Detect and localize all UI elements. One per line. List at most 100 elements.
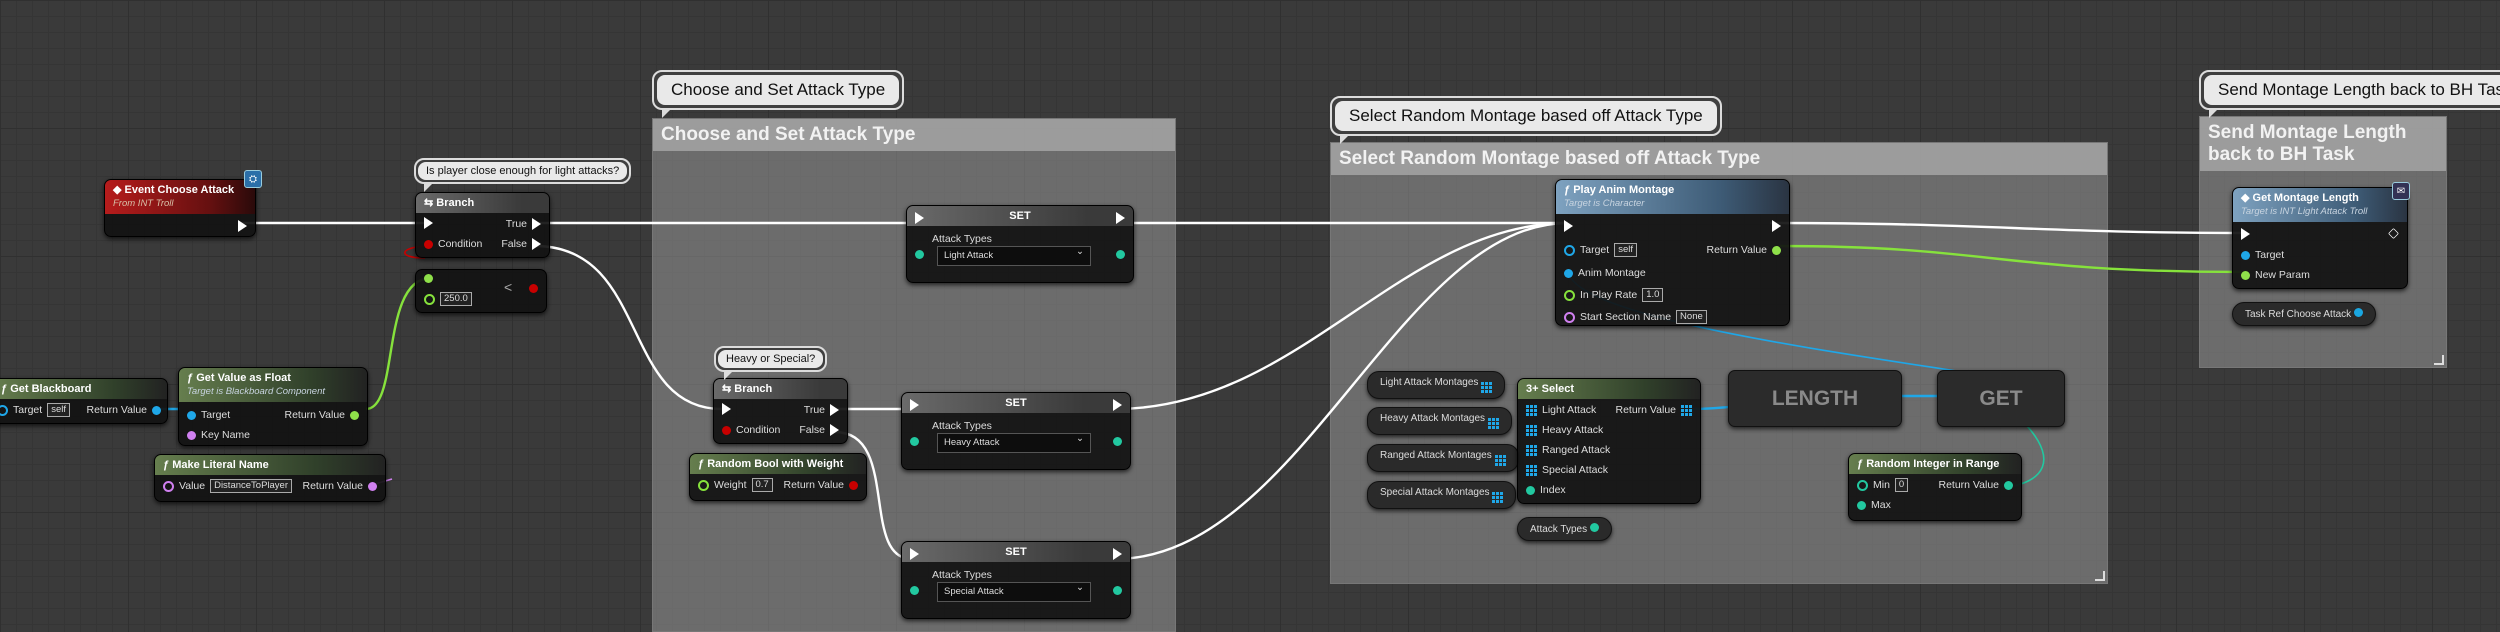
- return-value-pin[interactable]: Return Value: [1615, 403, 1692, 417]
- exec-in-pin[interactable]: [722, 403, 731, 415]
- play-anim-montage-node[interactable]: ƒ Play Anim Montage Target is Character T…: [1555, 179, 1790, 326]
- branch-heavy-or-special-node[interactable]: ⇆ Branch True Condition False: [713, 378, 848, 444]
- light-attack-pin[interactable]: Light Attack: [1526, 403, 1596, 417]
- target-pin[interactable]: Target: [187, 408, 230, 422]
- ranged-attack-montages-variable[interactable]: Ranged Attack Montages: [1367, 444, 1519, 472]
- exec-in-pin[interactable]: [915, 212, 924, 224]
- return-value-pin[interactable]: Return Value: [302, 479, 377, 493]
- set-header[interactable]: SET: [902, 542, 1130, 562]
- exec-in-pin[interactable]: [910, 548, 919, 560]
- target-value-field[interactable]: self: [47, 403, 70, 417]
- set-header[interactable]: SET: [902, 393, 1130, 413]
- attack-types-out-pin[interactable]: [1116, 250, 1125, 259]
- get-blackboard-node[interactable]: ƒ Get Blackboard Target self Return Value: [0, 378, 168, 424]
- random-integer-header[interactable]: ƒ Random Integer in Range: [1849, 454, 2021, 474]
- attack-types-pin[interactable]: [910, 437, 919, 446]
- get-montage-length-header[interactable]: ◆ Get Montage Length Target is INT Light …: [2233, 188, 2407, 222]
- exec-out-pin[interactable]: [1116, 212, 1125, 224]
- resize-handle[interactable]: [2434, 355, 2444, 365]
- float-in-pin-b[interactable]: 250.0: [424, 292, 472, 306]
- set-header[interactable]: SET: [907, 206, 1133, 226]
- make-literal-name-node[interactable]: ƒ Make Literal Name Value DistanceToPlaye…: [154, 454, 386, 502]
- true-pin[interactable]: True: [804, 403, 839, 417]
- attack-type-dropdown[interactable]: Heavy Attack: [937, 432, 1091, 453]
- start-section-pin[interactable]: Start Section Name None: [1564, 310, 1707, 324]
- new-param-pin[interactable]: New Param: [2241, 268, 2310, 282]
- random-integer-in-range-node[interactable]: ƒ Random Integer in Range Min 0 Return Va…: [1848, 453, 2022, 521]
- return-value-pin[interactable]: Return Value: [86, 403, 161, 417]
- exec-in-pin[interactable]: [424, 217, 433, 229]
- attack-type-dropdown[interactable]: Light Attack: [937, 245, 1091, 266]
- in-play-rate-field[interactable]: 1.0: [1642, 288, 1664, 302]
- set-attack-type-light-node[interactable]: SET Attack Types Light Attack: [906, 205, 1134, 283]
- compare-value-field[interactable]: 250.0: [440, 292, 472, 306]
- return-value-pin[interactable]: Return Value: [783, 478, 858, 492]
- attack-types-pin[interactable]: [915, 250, 924, 259]
- event-choose-attack-node[interactable]: ◆ Event Choose Attack From INT Troll: [104, 179, 256, 237]
- play-anim-montage-header[interactable]: ƒ Play Anim Montage Target is Character: [1556, 180, 1789, 214]
- branch-header[interactable]: ⇆ Branch: [416, 193, 549, 213]
- array-length-node[interactable]: LENGTH: [1728, 370, 1902, 427]
- get-value-as-float-node[interactable]: ƒ Get Value as Float Target is Blackboard…: [178, 367, 368, 446]
- light-attack-montages-variable[interactable]: Light Attack Montages: [1367, 371, 1506, 399]
- set-attack-type-heavy-node[interactable]: SET Attack Types Heavy Attack: [901, 392, 1131, 470]
- weight-field[interactable]: 0.7: [751, 478, 773, 492]
- event-node-header[interactable]: ◆ Event Choose Attack From INT Troll: [105, 180, 255, 214]
- compare-float-node[interactable]: 250.0 <: [415, 269, 547, 313]
- resize-handle[interactable]: [2095, 571, 2105, 581]
- exec-out-pin[interactable]: [1772, 220, 1781, 232]
- heavy-attack-montages-variable[interactable]: Heavy Attack Montages: [1367, 407, 1512, 435]
- exec-in-pin[interactable]: [1564, 220, 1573, 232]
- heavy-attack-pin[interactable]: Heavy Attack: [1526, 423, 1603, 437]
- array-get-node[interactable]: GET: [1937, 370, 2065, 427]
- select-node[interactable]: 3+ Select Light Attack Return Value Heav…: [1517, 378, 1701, 504]
- branch-node[interactable]: ⇆ Branch True Condition False: [415, 192, 550, 258]
- true-pin[interactable]: True: [506, 217, 541, 231]
- return-value-pin[interactable]: Return Value: [1938, 478, 2013, 492]
- target-value-field[interactable]: self: [1614, 243, 1637, 257]
- target-pin[interactable]: Target self: [0, 403, 70, 417]
- bool-out-pin[interactable]: [529, 284, 538, 293]
- random-bool-with-weight-node[interactable]: ƒ Random Bool with Weight Weight 0.7 Retu…: [689, 453, 867, 501]
- comment-bubble-choose-set[interactable]: Choose and Set Attack Type: [652, 70, 905, 118]
- special-attack-pin[interactable]: Special Attack: [1526, 463, 1608, 477]
- false-pin[interactable]: False: [501, 237, 541, 251]
- attack-type-dropdown[interactable]: Special Attack: [937, 581, 1091, 602]
- min-pin[interactable]: Min 0: [1857, 478, 1909, 492]
- make-literal-name-header[interactable]: ƒ Make Literal Name: [155, 455, 385, 475]
- anim-montage-pin[interactable]: Anim Montage: [1564, 266, 1646, 280]
- special-attack-montages-variable[interactable]: Special Attack Montages: [1367, 481, 1517, 509]
- attack-types-out-pin[interactable]: [1113, 437, 1122, 446]
- exec-out-pin[interactable]: [238, 220, 247, 232]
- ranged-attack-pin[interactable]: Ranged Attack: [1526, 443, 1610, 457]
- start-section-field[interactable]: None: [1676, 310, 1707, 324]
- target-pin[interactable]: Target: [2241, 248, 2284, 262]
- comment-bubble-player-close[interactable]: Is player close enough for light attacks…: [414, 158, 632, 192]
- exec-out-pin[interactable]: [1113, 399, 1122, 411]
- get-value-as-float-header[interactable]: ƒ Get Value as Float Target is Blackboard…: [179, 368, 367, 402]
- value-pin[interactable]: Value DistanceToPlayer: [163, 479, 292, 493]
- comment-bubble-send-length[interactable]: Send Montage Length back to BH Task: [2199, 70, 2500, 118]
- false-pin[interactable]: False: [799, 423, 839, 437]
- in-play-rate-pin[interactable]: In Play Rate 1.0: [1564, 288, 1664, 302]
- exec-in-pin[interactable]: [910, 399, 919, 411]
- exec-out-pin[interactable]: [1113, 548, 1122, 560]
- get-blackboard-header[interactable]: ƒ Get Blackboard: [0, 379, 167, 399]
- comment-bubble-select-montage[interactable]: Select Random Montage based off Attack T…: [1330, 96, 1722, 144]
- condition-pin[interactable]: Condition: [722, 423, 780, 437]
- key-name-pin[interactable]: Key Name: [187, 428, 250, 442]
- branch-header[interactable]: ⇆ Branch: [714, 379, 847, 399]
- condition-pin[interactable]: Condition: [424, 237, 482, 251]
- index-pin[interactable]: Index: [1526, 483, 1566, 497]
- return-value-pin[interactable]: Return Value: [284, 408, 359, 422]
- attack-types-variable[interactable]: Attack Types: [1517, 517, 1612, 541]
- max-pin[interactable]: Max: [1857, 498, 1891, 512]
- attack-types-out-pin[interactable]: [1113, 586, 1122, 595]
- select-header[interactable]: 3+ Select: [1518, 379, 1700, 399]
- float-in-pin-a[interactable]: [424, 274, 433, 283]
- set-attack-type-special-node[interactable]: SET Attack Types Special Attack: [901, 541, 1131, 619]
- comment-bubble-heavy-special[interactable]: Heavy or Special?: [714, 346, 828, 380]
- exec-in-pin[interactable]: [2241, 228, 2250, 240]
- task-ref-choose-attack-variable[interactable]: Task Ref Choose Attack: [2232, 302, 2376, 326]
- random-bool-header[interactable]: ƒ Random Bool with Weight: [690, 454, 866, 474]
